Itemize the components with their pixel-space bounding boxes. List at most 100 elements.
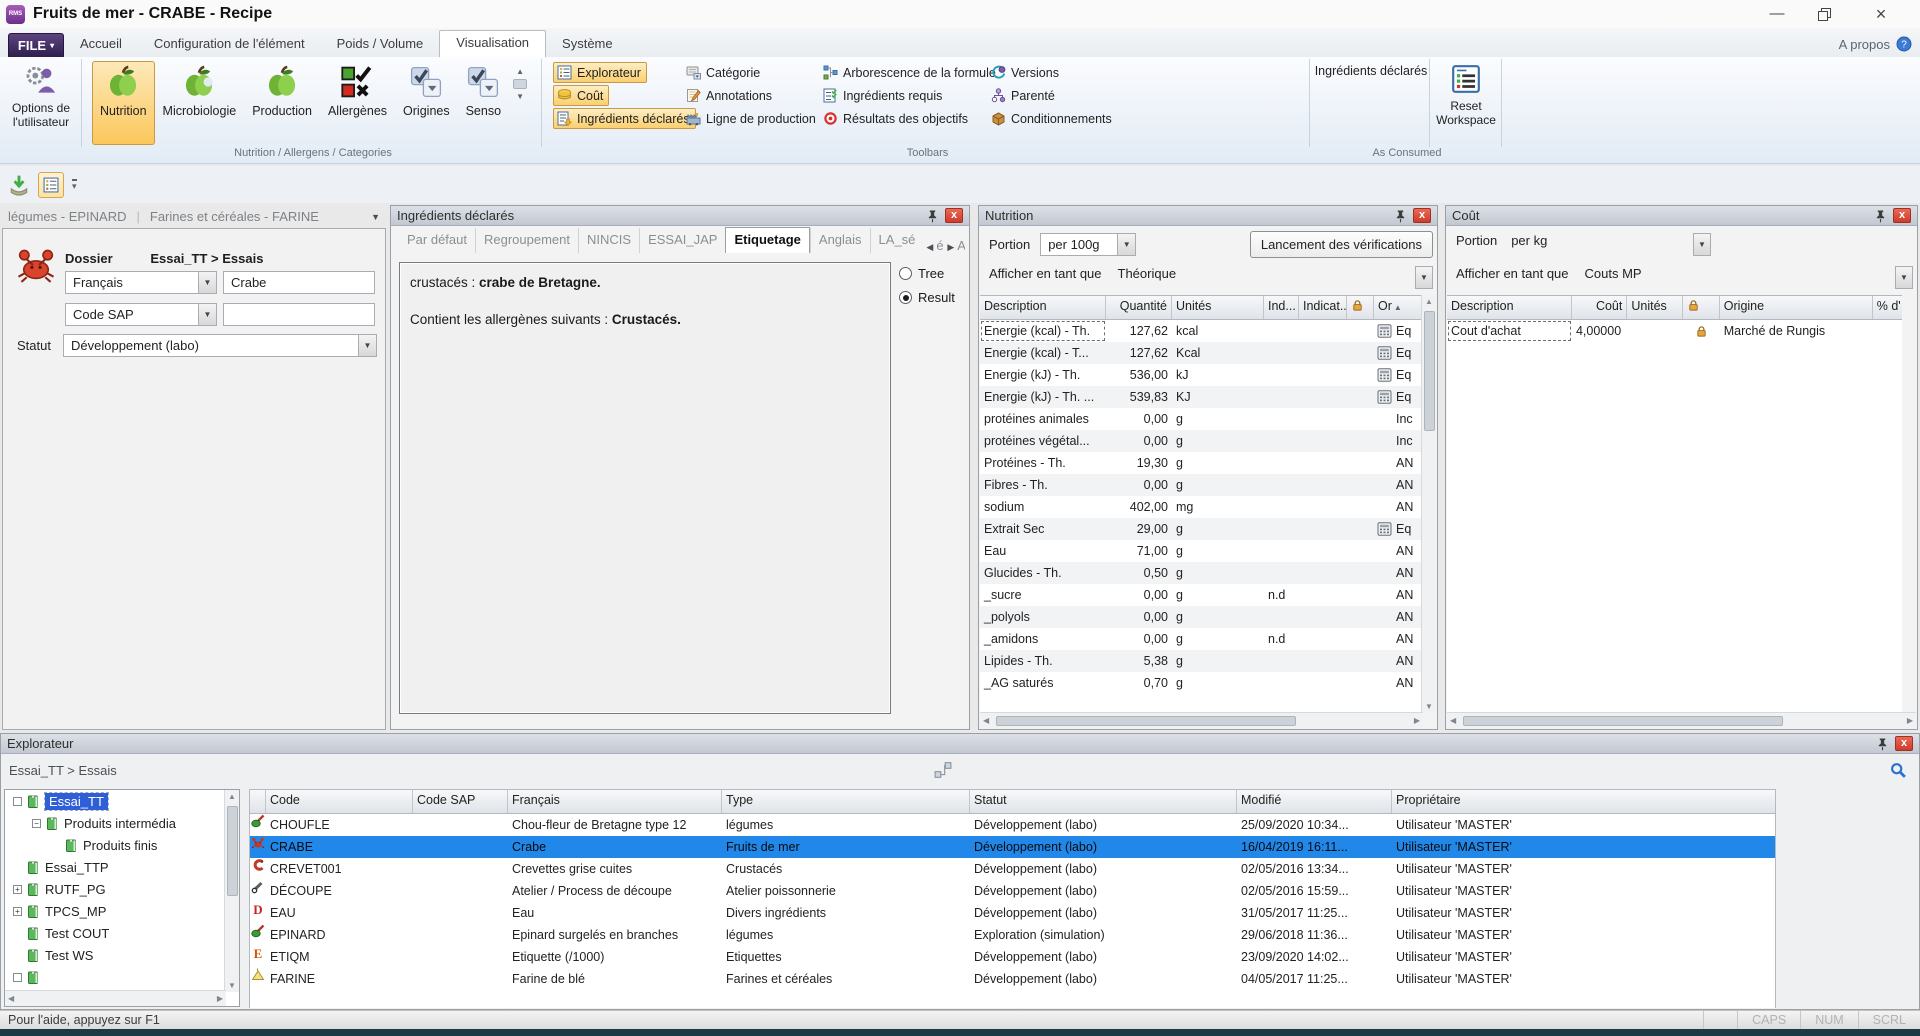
search-icon[interactable] xyxy=(1890,762,1907,779)
column-header[interactable]: Propriétaire xyxy=(1392,790,1775,813)
pin-icon[interactable] xyxy=(927,209,938,223)
conditionnements-button[interactable]: Conditionnements xyxy=(988,108,1117,129)
nutrition-row[interactable]: sodium402,00mgAN xyxy=(980,496,1422,518)
categorie-button[interactable]: Catégorie xyxy=(683,62,765,83)
explorer-row-etiqm[interactable]: EETIQMEtiquette (/1000)EtiquettesDévelop… xyxy=(250,946,1775,968)
column-header[interactable]: Coût xyxy=(1572,296,1627,319)
code-sap-select[interactable]: Code SAP ▼ xyxy=(65,303,217,326)
column-header[interactable]: Or▲ xyxy=(1374,296,1422,319)
about-link[interactable]: A propos xyxy=(1839,37,1890,52)
column-header[interactable]: % d' xyxy=(1873,296,1902,319)
nutrition-row[interactable]: _polyols0,00gAN xyxy=(980,606,1422,628)
explorer-row-crevet001[interactable]: CREVET001Crevettes grise cuitesCrustacés… xyxy=(250,858,1775,880)
explorer-row-découpe[interactable]: DÉCOUPEAtelier / Process de découpeAteli… xyxy=(250,880,1775,902)
expander-box[interactable] xyxy=(13,797,22,806)
user-options-button[interactable]: Options de l'utilisateur xyxy=(4,59,78,145)
column-header[interactable]: Indicat... xyxy=(1299,296,1347,319)
close-panel-button[interactable]: x xyxy=(1413,208,1431,223)
origines-button[interactable]: Origines xyxy=(395,61,458,145)
tree-item-produits-interm-dia[interactable]: −Produits intermédia xyxy=(5,812,224,834)
senso-button[interactable]: Senso xyxy=(458,61,509,145)
nutrition-row[interactable]: Energie (kJ) - Th. ...539,83KJEq xyxy=(980,386,1422,408)
column-header[interactable]: Français xyxy=(508,790,722,813)
cout-toggle[interactable]: Coût xyxy=(553,85,609,106)
resultats-objectifs-button[interactable]: Résultats des objectifs xyxy=(820,108,973,129)
tree-item-test-ws[interactable]: Test WS xyxy=(5,944,224,966)
arborescence-button[interactable]: Arborescence de la formule xyxy=(820,62,1001,83)
explorer-row-farine[interactable]: FARINEFarine de bléFarines et céréalesDé… xyxy=(250,968,1775,990)
group-scroll-bar[interactable] xyxy=(513,79,527,89)
nutrition-row[interactable]: Energie (kcal) - Th.127,62kcalEq xyxy=(980,320,1422,342)
allergenes-button[interactable]: Allergènes xyxy=(320,61,395,145)
nutrition-horizontal-scrollbar[interactable]: ◀ ▶ xyxy=(980,712,1423,728)
tab-nincis[interactable]: NINCIS xyxy=(578,228,639,253)
column-header[interactable]: Code xyxy=(266,790,413,813)
lock-column-header[interactable] xyxy=(1683,296,1720,319)
tree-item-test-cout[interactable]: Test COUT xyxy=(5,922,224,944)
chevron-down-icon[interactable]: ▼ xyxy=(358,335,376,356)
column-header[interactable]: Unités xyxy=(1627,296,1682,319)
code-sap-field[interactable] xyxy=(223,303,375,326)
display-as-dropdown[interactable]: ▼ xyxy=(1895,266,1913,289)
nutrition-row[interactable]: Energie (kcal) - T...127,62KcalEq xyxy=(980,342,1422,364)
parente-button[interactable]: Parenté xyxy=(988,85,1060,106)
expander-box[interactable] xyxy=(13,973,22,982)
group-scroll-down-icon[interactable]: ▼ xyxy=(516,92,524,101)
cost-horizontal-scrollbar[interactable]: ◀ ▶ xyxy=(1447,712,1916,728)
tab-epinard[interactable]: légumes - EPINARD xyxy=(8,209,126,224)
expand-icon[interactable]: + xyxy=(13,907,22,916)
close-panel-button[interactable]: x xyxy=(1895,736,1913,751)
column-header[interactable]: Code SAP xyxy=(413,790,508,813)
tab-systeme[interactable]: Système xyxy=(546,32,629,57)
tab-scroll-right-icon[interactable]: ▶ xyxy=(944,242,957,253)
nutrition-row[interactable]: _amidons0,00gn.dAN xyxy=(980,628,1422,650)
collapse-icon[interactable]: − xyxy=(32,819,41,828)
nutrition-row[interactable]: _AG saturés0,70gAN xyxy=(980,672,1422,694)
versions-button[interactable]: Versions xyxy=(988,62,1064,83)
column-header[interactable]: Ind... xyxy=(1264,296,1299,319)
column-header[interactable]: Type xyxy=(722,790,970,813)
tree-item-essai-tt[interactable]: Essai_TT xyxy=(5,790,224,812)
column-header[interactable]: Description xyxy=(980,296,1106,319)
lock-column-header[interactable] xyxy=(1347,296,1374,319)
production-button[interactable]: Production xyxy=(244,61,320,145)
microbiologie-button[interactable]: Microbiologie xyxy=(155,61,245,145)
tree-item[interactable] xyxy=(5,966,224,988)
tab-accueil[interactable]: Accueil xyxy=(64,32,138,57)
display-as-dropdown[interactable]: ▼ xyxy=(1415,266,1433,289)
statut-select[interactable]: Développement (labo) ▼ xyxy=(63,334,377,357)
tab-anglais[interactable]: Anglais xyxy=(810,228,870,253)
chevron-down-icon[interactable]: ▼ xyxy=(198,304,216,325)
nutrition-vertical-scrollbar[interactable]: ▲ ▼ xyxy=(1421,295,1436,713)
nutrition-row[interactable]: Energie (kJ) - Th.536,00kJEq xyxy=(980,364,1422,386)
tree-vertical-scrollbar[interactable]: ▲ ▼ xyxy=(224,790,239,992)
portion-dropdown[interactable]: ▼ xyxy=(1693,233,1711,256)
nutrition-row[interactable]: protéines animales0,00gInc xyxy=(980,408,1422,430)
tree-horizontal-scrollbar[interactable]: ◀ ▶ xyxy=(5,990,226,1006)
chevron-down-icon[interactable]: ▼ xyxy=(1117,234,1135,255)
result-radio[interactable]: Result xyxy=(899,290,955,305)
nutrition-row[interactable]: Eau71,00gAN xyxy=(980,540,1422,562)
column-header[interactable]: Statut xyxy=(970,790,1237,813)
tab-farine[interactable]: Farines et céréales - FARINE xyxy=(150,209,319,224)
as-consumed-ingredients-declares[interactable]: Ingrédients déclarés xyxy=(1312,64,1430,78)
tree-item-tpcs-mp[interactable]: +TPCS_MP xyxy=(5,900,224,922)
tab-poids-volume[interactable]: Poids / Volume xyxy=(321,32,440,57)
annotations-button[interactable]: Annotations xyxy=(683,85,777,106)
cost-row[interactable]: Cout d'achat4,00000Marché de Rungis xyxy=(1447,320,1902,342)
explorer-row-choufle[interactable]: CHOUFLEChou-fleur de Bretagne type 12lég… xyxy=(250,814,1775,836)
close-panel-button[interactable]: x xyxy=(945,208,963,223)
restore-button[interactable] xyxy=(1818,8,1840,21)
tab-la-se[interactable]: LA_sé xyxy=(870,228,924,253)
expand-icon[interactable]: + xyxy=(13,885,22,894)
group-scroll-up-icon[interactable]: ▲ xyxy=(516,67,524,76)
column-header[interactable]: Modifié xyxy=(1237,790,1392,813)
tab-configuration[interactable]: Configuration de l'élément xyxy=(138,32,321,57)
name-field[interactable]: Crabe xyxy=(223,271,375,294)
pin-icon[interactable] xyxy=(1875,209,1886,223)
nutrition-row[interactable]: protéines végétal...0,00gInc xyxy=(980,430,1422,452)
language-select[interactable]: Français ▼ xyxy=(65,271,217,294)
nutrition-row[interactable]: Fibres - Th.0,00gAN xyxy=(980,474,1422,496)
tree-item-produits-finis[interactable]: Produits finis xyxy=(5,834,224,856)
icon-column-header[interactable] xyxy=(250,790,266,813)
